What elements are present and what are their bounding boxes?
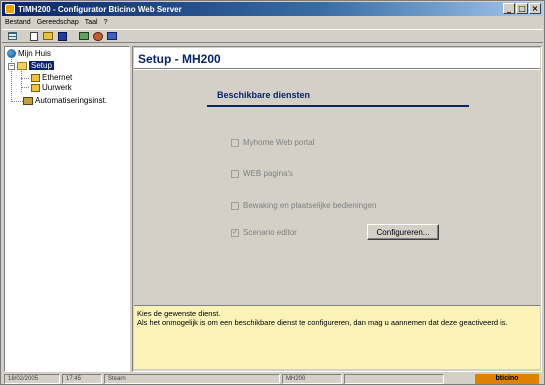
toolbar	[2, 29, 543, 43]
tree-label-setup: Setup	[29, 61, 54, 70]
myhome-portal-label: Myhome Web portal	[243, 138, 315, 147]
status-empty	[344, 374, 444, 384]
monitoring-checkbox[interactable]	[231, 201, 239, 210]
menu-bar: Bestand Gereedschap Taal ?	[2, 17, 543, 28]
status-device: MH200	[282, 374, 342, 384]
scenario-editor-checkbox[interactable]: ✓	[231, 228, 239, 237]
tree-label-root: Mijn Huis	[18, 49, 51, 58]
collapse-setup-toggle[interactable]: −	[8, 63, 15, 70]
window-controls: _ □ ×	[503, 3, 541, 14]
tree-item-automation[interactable]: Automatiseringsinst.	[23, 96, 107, 105]
service-myhome-portal[interactable]: Myhome Web portal	[231, 138, 314, 147]
help-text-line1: Kies de gewenste dienst.	[137, 309, 221, 318]
help-text-line2: Als het onmogelijk is om een beschikbare…	[137, 318, 508, 327]
scenario-editor-label: Scenario editor	[243, 228, 297, 237]
open-button[interactable]	[42, 31, 54, 42]
app-icon	[5, 4, 15, 14]
tree-item-setup[interactable]: Setup	[17, 61, 54, 70]
save-button[interactable]	[56, 31, 68, 42]
status-state: Stearn	[104, 374, 280, 384]
ethernet-icon	[31, 73, 40, 82]
header-divider	[134, 68, 540, 70]
window-title: TiMH200 - Configurator Bticino Web Serve…	[18, 4, 182, 14]
page-title: Setup - MH200	[138, 52, 221, 66]
folder-icon	[17, 61, 27, 70]
save-icon	[57, 31, 67, 41]
maximize-button[interactable]: □	[516, 3, 528, 14]
menu-taal[interactable]: Taal	[85, 19, 98, 26]
section-title: Beschikbare diensten	[217, 90, 311, 100]
tree-label-uurwerk: Uurwerk	[42, 83, 72, 92]
main-panel: Setup - MH200 Beschikbare diensten Myhom…	[132, 46, 542, 372]
globe-icon	[7, 49, 16, 58]
close-button[interactable]: ×	[529, 3, 541, 14]
section-divider	[207, 105, 469, 107]
list-icon	[7, 32, 17, 40]
title-bar: TiMH200 - Configurator Bticino Web Serve…	[2, 2, 543, 16]
service-scenario-editor[interactable]: ✓ Scenario editor	[231, 228, 297, 237]
tree-item-uurwerk[interactable]: Uurwerk	[31, 83, 72, 92]
menu-help[interactable]: ?	[104, 19, 108, 26]
navigation-tree: − Mijn Huis Setup Ethernet Uurwerk Autom…	[4, 46, 130, 372]
service-web-pages[interactable]: WEB pagina's	[231, 169, 293, 178]
page-header: Setup - MH200	[134, 48, 540, 68]
myhome-portal-checkbox[interactable]	[231, 138, 239, 147]
web-pages-checkbox[interactable]	[231, 169, 239, 178]
service-monitoring[interactable]: Bewaking en plaatselijke bedieningen	[231, 201, 376, 210]
open-folder-icon	[43, 32, 53, 40]
clock-icon	[31, 83, 40, 92]
help-panel: Kies de gewenste dienst. Als het onmogel…	[134, 305, 540, 369]
connect-button[interactable]	[78, 31, 90, 42]
automation-icon	[23, 96, 33, 105]
configure-button[interactable]: Configureren...	[367, 224, 439, 240]
monitor-button[interactable]	[106, 31, 118, 42]
tree-label-ethernet: Ethernet	[42, 73, 73, 82]
connect-icon	[79, 32, 89, 40]
monitoring-label: Bewaking en plaatselijke bedieningen	[243, 201, 377, 210]
new-file-icon	[30, 31, 38, 41]
status-date: 18/02/2005	[4, 374, 60, 384]
minimize-button[interactable]: _	[503, 3, 515, 14]
status-bar: 18/02/2005 17:45 Stearn MH200 bticino	[2, 374, 543, 384]
list-button[interactable]	[6, 31, 18, 42]
monitor-icon	[107, 32, 117, 40]
tree-label-automation: Automatiseringsinst.	[35, 96, 108, 105]
tree-item-root[interactable]: Mijn Huis	[7, 49, 51, 58]
tree-item-ethernet[interactable]: Ethernet	[31, 73, 72, 82]
app-window: TiMH200 - Configurator Bticino Web Serve…	[0, 0, 545, 385]
bticino-logo: bticino	[475, 374, 539, 384]
web-pages-label: WEB pagina's	[243, 169, 293, 178]
menu-bestand[interactable]: Bestand	[5, 19, 31, 26]
status-time: 17:45	[62, 374, 102, 384]
sync-icon	[93, 31, 103, 41]
sync-button[interactable]	[92, 31, 104, 42]
new-button[interactable]	[28, 31, 40, 42]
menu-gereedschap[interactable]: Gereedschap	[37, 19, 79, 26]
